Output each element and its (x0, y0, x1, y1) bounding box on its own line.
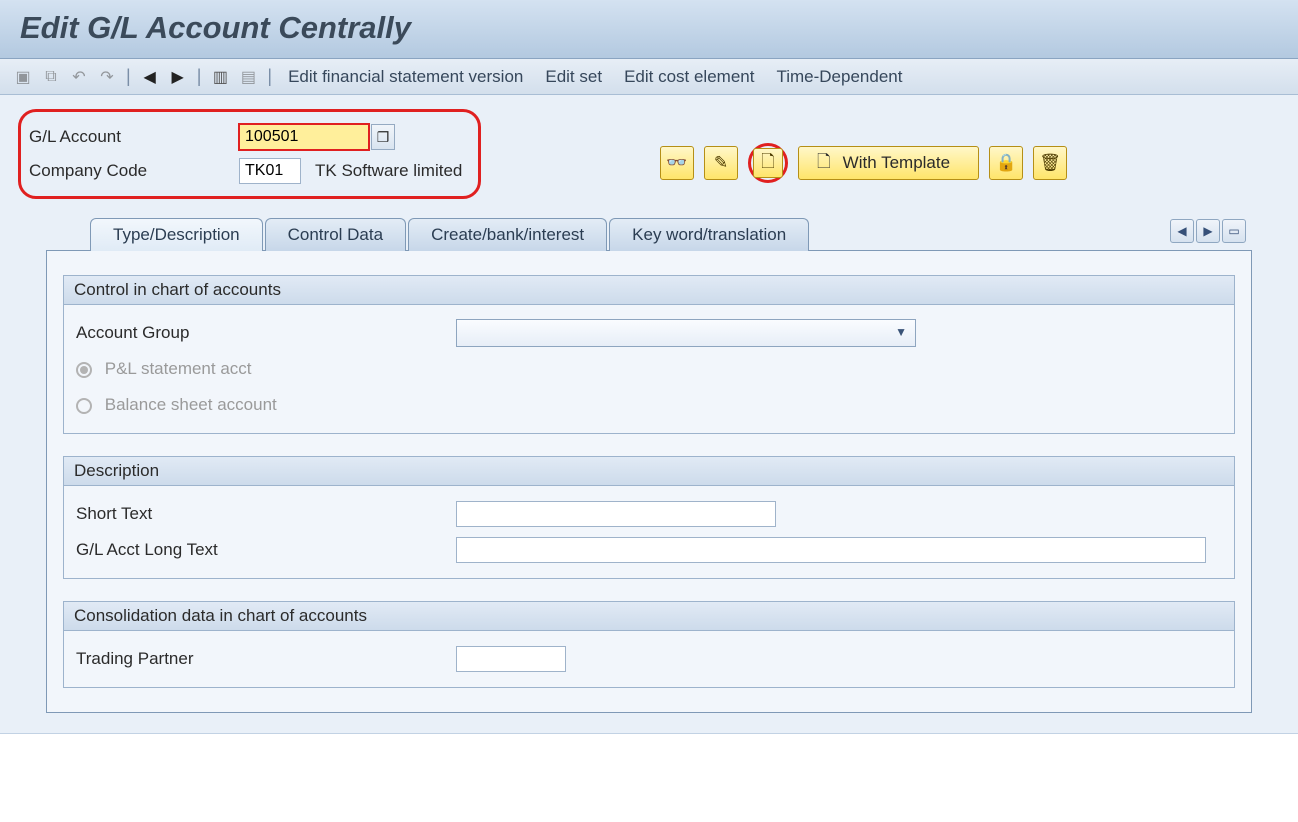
account-group-label: Account Group (76, 323, 456, 343)
glasses-icon: 👓 (666, 153, 687, 173)
prev-icon[interactable]: ◀ (139, 66, 161, 88)
tab-list-icon: ▭ (1228, 224, 1239, 238)
undo-icon[interactable]: ↶ (68, 66, 90, 88)
edit-button[interactable]: ✎ (704, 146, 738, 180)
action-buttons: 👓 ✎ 🗋 🗋 With Template 🔒 🗑 (660, 143, 1067, 183)
long-text-label: G/L Acct Long Text (76, 540, 456, 560)
title-bar: Edit G/L Account Centrally (0, 0, 1298, 59)
toolbar-icon-1[interactable]: ▣ (12, 66, 34, 88)
page-title: Edit G/L Account Centrally (20, 10, 411, 45)
company-code-desc: TK Software limited (315, 161, 462, 181)
gl-account-matchcode-button[interactable]: ❐ (371, 124, 395, 150)
group-consolidation: Consolidation data in chart of accounts … (63, 601, 1235, 688)
redo-icon[interactable]: ↷ (96, 66, 118, 88)
create-highlight-circle: 🗋 (748, 143, 788, 183)
tab-strip: Type/Description Control Data Create/ban… (18, 199, 1280, 250)
company-code-input[interactable] (239, 158, 301, 184)
doc-icon[interactable]: ▤ (237, 66, 259, 88)
pl-statement-label: P&L statement acct (105, 359, 252, 378)
trash-icon: 🗑 (1039, 153, 1061, 173)
pl-statement-option[interactable]: P&L statement acct (76, 359, 456, 379)
pl-statement-radio[interactable] (76, 362, 92, 378)
period-icon[interactable]: ▥ (209, 66, 231, 88)
pencil-icon: ✎ (714, 153, 728, 173)
next-icon[interactable]: ▶ (167, 66, 189, 88)
balance-sheet-radio[interactable] (76, 398, 92, 414)
separator: | (124, 66, 133, 87)
create-button[interactable]: 🗋 (753, 148, 783, 178)
tab-type-description[interactable]: Type/Description (90, 218, 263, 251)
short-text-input[interactable] (456, 501, 776, 527)
tab-body: Control in chart of accounts Account Gro… (46, 250, 1252, 713)
balance-sheet-label: Balance sheet account (105, 395, 277, 414)
trading-partner-input[interactable] (456, 646, 566, 672)
delete-button[interactable]: 🗑 (1033, 146, 1067, 180)
edit-cost-element-link[interactable]: Edit cost element (616, 67, 762, 87)
group-description-title: Description (64, 457, 1234, 486)
gl-account-input[interactable] (239, 124, 369, 150)
lock-button[interactable]: 🔒 (989, 146, 1023, 180)
separator: | (195, 66, 204, 87)
account-group-select[interactable] (456, 319, 916, 347)
gl-account-label: G/L Account (29, 127, 239, 147)
with-template-button[interactable]: 🗋 With Template (798, 146, 979, 180)
edit-fsv-link[interactable]: Edit financial statement version (280, 67, 531, 87)
new-file-icon: 🗋 (761, 149, 775, 178)
balance-sheet-option[interactable]: Balance sheet account (76, 395, 456, 415)
time-dependent-link[interactable]: Time-Dependent (768, 67, 910, 87)
group-control-in-chart-title: Control in chart of accounts (64, 276, 1234, 305)
group-description-body: Short Text G/L Acct Long Text (64, 486, 1234, 578)
company-code-label: Company Code (29, 161, 239, 181)
new-file-icon: 🗋 (817, 149, 831, 178)
tab-scroll-left-button[interactable]: ◀ (1170, 219, 1194, 243)
tab-create-bank-interest[interactable]: Create/bank/interest (408, 218, 607, 251)
short-text-label: Short Text (76, 504, 456, 524)
group-control-in-chart-body: Account Group P&L statement acct Balance… (64, 305, 1234, 433)
highlighted-key-fields: G/L Account ❐ Company Code TK Software l… (18, 109, 481, 199)
tab-list-button[interactable]: ▭ (1222, 219, 1246, 243)
tab-keyword-translation[interactable]: Key word/translation (609, 218, 809, 251)
lock-icon: 🔒 (995, 153, 1016, 173)
separator: | (265, 66, 274, 87)
long-text-input[interactable] (456, 537, 1206, 563)
app-toolbar: ▣ ⧉ ↶ ↷ | ◀ ▶ | ▥ ▤ | Edit financial sta… (0, 59, 1298, 95)
gl-account-row: G/L Account ❐ (29, 120, 462, 154)
edit-set-link[interactable]: Edit set (537, 67, 610, 87)
trading-partner-label: Trading Partner (76, 649, 456, 669)
group-consolidation-body: Trading Partner (64, 631, 1234, 687)
group-control-in-chart: Control in chart of accounts Account Gro… (63, 275, 1235, 434)
tab-scroll-buttons: ◀ ▶ ▭ (1170, 219, 1246, 243)
display-button[interactable]: 👓 (660, 146, 694, 180)
chevron-left-icon: ◀ (1177, 224, 1186, 238)
tab-control-data[interactable]: Control Data (265, 218, 406, 251)
group-description: Description Short Text G/L Acct Long Tex… (63, 456, 1235, 579)
chevron-right-icon: ▶ (1203, 224, 1212, 238)
toolbar-icon-2[interactable]: ⧉ (40, 66, 62, 88)
group-consolidation-title: Consolidation data in chart of accounts (64, 602, 1234, 631)
tab-scroll-right-button[interactable]: ▶ (1196, 219, 1220, 243)
key-fields-area: G/L Account ❐ Company Code TK Software l… (0, 95, 1298, 734)
with-template-label: With Template (843, 153, 950, 173)
company-code-row: Company Code TK Software limited (29, 154, 462, 188)
